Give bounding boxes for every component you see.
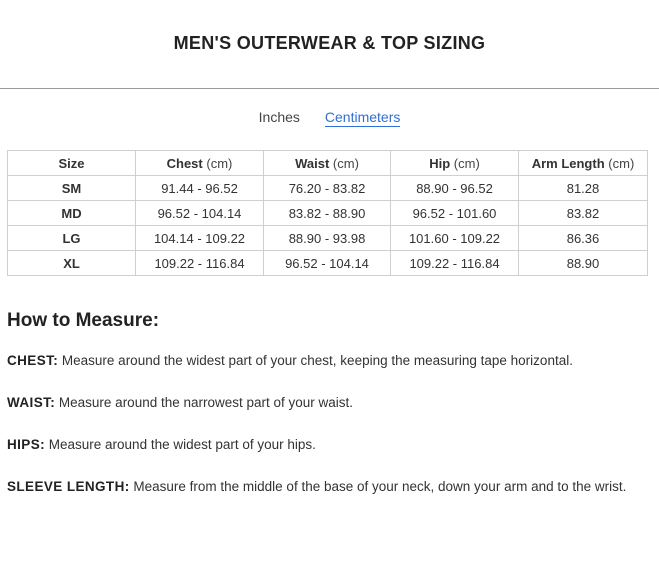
size-cell: MD [7, 200, 136, 226]
table-header-row: Size Chest (cm) Waist (cm) Hip (cm) Arm … [7, 150, 648, 176]
measure-term: WAIST: [7, 395, 56, 410]
measure-text: Measure around the widest part of your h… [45, 437, 316, 452]
measure-term: HIPS: [7, 437, 46, 452]
arm-length-cell: 88.90 [518, 250, 648, 276]
measure-text: Measure around the narrowest part of you… [55, 395, 354, 410]
waist-cell: 96.52 - 104.14 [263, 250, 391, 276]
size-cell: LG [7, 225, 136, 251]
page-title: MEN'S OUTERWEAR & TOP SIZING [173, 33, 486, 53]
table-row: LG 104.14 - 109.22 88.90 - 93.98 101.60 … [7, 225, 648, 251]
column-header-arm-length: Arm Length (cm) [518, 150, 648, 176]
measure-item-hips: HIPS: Measure around the widest part of … [7, 434, 627, 455]
column-header-chest: Chest (cm) [135, 150, 264, 176]
arm-length-cell: 81.28 [518, 175, 648, 201]
how-to-measure-heading: How to Measure: [7, 310, 160, 331]
table-row: XL 109.22 - 116.84 96.52 - 104.14 109.22… [7, 250, 648, 276]
measure-term: SLEEVE LENGTH: [7, 479, 130, 494]
measure-item-chest: CHEST: Measure around the widest part of… [7, 350, 627, 371]
arm-length-cell: 86.36 [518, 225, 648, 251]
chest-cell: 91.44 - 96.52 [135, 175, 264, 201]
hip-cell: 96.52 - 101.60 [390, 200, 519, 226]
table-row: SM 91.44 - 96.52 76.20 - 83.82 88.90 - 9… [7, 175, 648, 201]
hip-cell: 88.90 - 96.52 [390, 175, 519, 201]
chest-cell: 109.22 - 116.84 [135, 250, 264, 276]
waist-cell: 76.20 - 83.82 [263, 175, 391, 201]
measure-item-sleeve-length: SLEEVE LENGTH: Measure from the middle o… [7, 476, 627, 497]
unit-tab-centimeters[interactable]: Centimeters [324, 109, 401, 127]
unit-toggle: Inches Centimeters [0, 109, 659, 127]
how-to-measure-list: CHEST: Measure around the widest part of… [7, 350, 627, 518]
measure-item-waist: WAIST: Measure around the narrowest part… [7, 392, 627, 413]
measure-term: CHEST: [7, 353, 59, 368]
waist-cell: 88.90 - 93.98 [263, 225, 391, 251]
unit-tab-inches[interactable]: Inches [259, 109, 300, 127]
chest-cell: 104.14 - 109.22 [135, 225, 264, 251]
size-cell: SM [7, 175, 136, 201]
table-row: MD 96.52 - 104.14 83.82 - 88.90 96.52 - … [7, 200, 648, 226]
column-header-size: Size [7, 150, 136, 176]
hip-cell: 101.60 - 109.22 [390, 225, 519, 251]
hip-cell: 109.22 - 116.84 [390, 250, 519, 276]
size-cell: XL [7, 250, 136, 276]
measure-text: Measure around the widest part of your c… [58, 353, 573, 368]
column-header-hip: Hip (cm) [390, 150, 519, 176]
header-divider [0, 88, 659, 89]
measure-text: Measure from the middle of the base of y… [129, 479, 627, 494]
arm-length-cell: 83.82 [518, 200, 648, 226]
size-chart-table: Size Chest (cm) Waist (cm) Hip (cm) Arm … [7, 150, 648, 276]
column-header-waist: Waist (cm) [263, 150, 391, 176]
chest-cell: 96.52 - 104.14 [135, 200, 264, 226]
waist-cell: 83.82 - 88.90 [263, 200, 391, 226]
